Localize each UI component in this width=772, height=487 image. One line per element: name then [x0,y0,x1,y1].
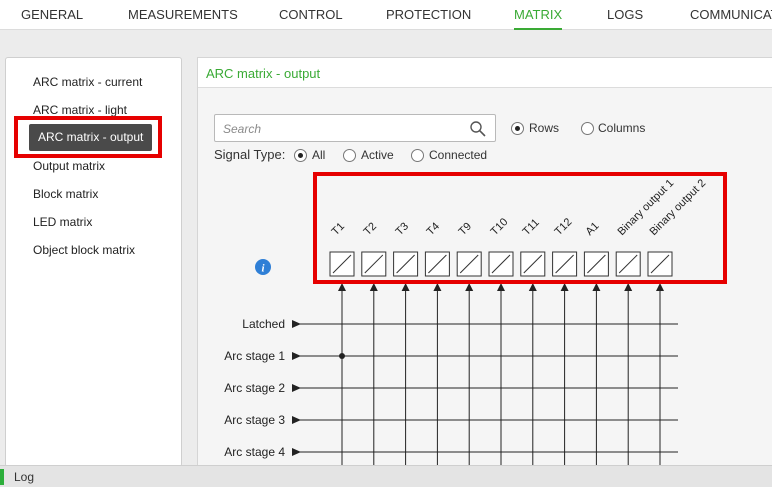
column-arrow-binary-output-2 [656,283,664,291]
row-label-arc-stage-2: Arc stage 2 [224,381,285,395]
column-arrow-t2 [369,283,378,291]
log-status-indicator [0,469,4,485]
column-arrow-t1 [338,283,346,291]
highlight-output-columns [313,172,727,284]
connection-dot[interactable] [339,353,345,359]
column-arrow-t12 [560,283,569,291]
row-arrow-arc-stage-1 [292,352,301,360]
column-arrow-t3 [401,283,410,291]
column-arrow-t9 [465,283,474,291]
column-arrow-binary-output-1 [624,283,633,291]
column-arrow-t4 [433,283,442,291]
log-bar[interactable]: Log [0,465,772,487]
column-arrow-t11 [528,283,537,291]
row-arrow-arc-stage-4 [292,448,301,456]
row-label-arc-stage-1: Arc stage 1 [224,349,285,363]
log-label: Log [14,470,35,484]
row-arrow-arc-stage-3 [292,416,301,424]
highlight-selected-sidebar-item [14,116,162,158]
row-arrow-latched [292,320,301,328]
row-label-arc-stage-4: Arc stage 4 [224,445,285,459]
column-arrow-a1 [592,283,601,291]
row-label-latched: Latched [242,317,285,331]
row-arrow-arc-stage-2 [292,384,301,392]
column-arrow-t10 [497,283,505,291]
row-label-arc-stage-3: Arc stage 3 [224,413,285,427]
